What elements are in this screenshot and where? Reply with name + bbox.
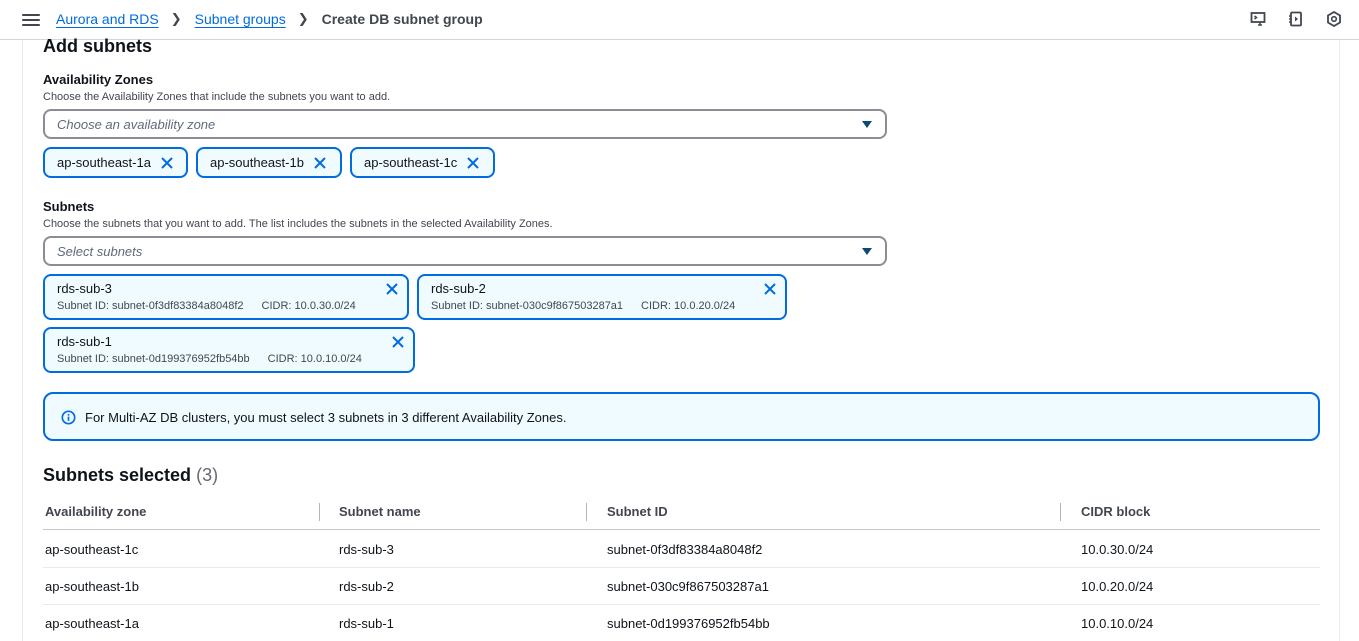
subnet-token: rds-sub-2 Subnet ID: subnet-030c9f867503…	[417, 274, 787, 320]
cell-az: ap-southeast-1c	[45, 542, 139, 557]
cloudshell-icon[interactable]	[1249, 10, 1267, 28]
az-token: ap-southeast-1c	[350, 147, 495, 178]
column-header-az[interactable]: Availability zone	[45, 504, 146, 519]
top-navigation: Aurora and RDS ❯ Subnet groups ❯ Create …	[0, 0, 1359, 40]
subnet-token-cidr: CIDR: 10.0.20.0/24	[641, 300, 736, 312]
subnets-select[interactable]: Select subnets	[43, 236, 887, 266]
breadcrumb: Aurora and RDS ❯ Subnet groups ❯ Create …	[56, 11, 483, 27]
breadcrumb-current: Create DB subnet group	[321, 11, 483, 27]
az-label: Availability Zones	[43, 72, 154, 87]
subnet-token: rds-sub-1 Subnet ID: subnet-0d199376952f…	[43, 327, 415, 373]
remove-icon[interactable]	[391, 335, 405, 349]
settings-icon[interactable]	[1325, 10, 1343, 28]
remove-icon[interactable]	[763, 282, 777, 296]
chevron-right-icon: ❯	[297, 11, 309, 26]
az-token-label: ap-southeast-1c	[364, 155, 458, 170]
subnets-selected-title: Subnets selected	[43, 465, 192, 485]
breadcrumb-subnet-groups[interactable]: Subnet groups	[195, 11, 286, 27]
az-description: Choose the Availability Zones that inclu…	[43, 91, 391, 103]
notifications-icon[interactable]	[1287, 10, 1305, 28]
subnet-token-id: Subnet ID: subnet-0f3df83384a8048f2	[57, 300, 244, 312]
cell-az: ap-southeast-1b	[45, 579, 139, 594]
subnet-token-id: Subnet ID: subnet-030c9f867503287a1	[431, 300, 624, 312]
subnets-label: Subnets	[43, 199, 95, 214]
breadcrumb-aurora-rds[interactable]: Aurora and RDS	[56, 11, 159, 27]
az-token-label: ap-southeast-1a	[57, 155, 151, 170]
cell-name: rds-sub-2	[339, 579, 394, 594]
subnets-selected-heading: Subnets selected (3)	[43, 465, 218, 486]
subnets-select-placeholder: Select subnets	[57, 244, 143, 259]
subnets-description: Choose the subnets that you want to add.…	[43, 218, 553, 230]
subnets-selected-count: (3)	[196, 465, 219, 485]
cell-cidr: 10.0.10.0/24	[1081, 616, 1154, 631]
caret-down-icon	[862, 121, 872, 128]
table-row: ap-southeast-1c rds-sub-3 subnet-0f3df83…	[43, 531, 1320, 568]
column-divider[interactable]	[1060, 503, 1061, 521]
cell-az: ap-southeast-1a	[45, 616, 139, 631]
subnet-token-meta: Subnet ID: subnet-030c9f867503287a1 CIDR:…	[431, 300, 735, 312]
az-token: ap-southeast-1a	[43, 147, 188, 178]
remove-icon[interactable]	[466, 156, 480, 170]
cell-cidr: 10.0.30.0/24	[1081, 542, 1154, 557]
cell-id: subnet-0f3df83384a8048f2	[607, 542, 763, 557]
column-divider[interactable]	[319, 503, 320, 521]
subnet-token-meta: Subnet ID: subnet-0d199376952fb54bb CIDR:…	[57, 353, 362, 365]
table-header: Availability zone Subnet name Subnet ID …	[43, 495, 1320, 530]
cell-name: rds-sub-1	[339, 616, 394, 631]
subnet-token-name: rds-sub-3	[57, 281, 112, 296]
subnet-token-meta: Subnet ID: subnet-0f3df83384a8048f2 CIDR:…	[57, 300, 356, 312]
subnet-token-id: Subnet ID: subnet-0d199376952fb54bb	[57, 353, 250, 365]
cell-id: subnet-030c9f867503287a1	[607, 579, 769, 594]
subnet-token-name: rds-sub-2	[431, 281, 486, 296]
menu-icon[interactable]	[22, 11, 40, 29]
cell-name: rds-sub-3	[339, 542, 394, 557]
column-header-id[interactable]: Subnet ID	[607, 504, 668, 519]
column-header-name[interactable]: Subnet name	[339, 504, 421, 519]
subnet-token-cidr: CIDR: 10.0.30.0/24	[261, 300, 356, 312]
az-token-label: ap-southeast-1b	[210, 155, 304, 170]
az-token: ap-southeast-1b	[196, 147, 342, 178]
remove-icon[interactable]	[313, 156, 327, 170]
remove-icon[interactable]	[385, 282, 399, 296]
subnet-token: rds-sub-3 Subnet ID: subnet-0f3df83384a8…	[43, 274, 409, 320]
column-header-cidr[interactable]: CIDR block	[1081, 504, 1150, 519]
table-row: ap-southeast-1b rds-sub-2 subnet-030c9f8…	[43, 568, 1320, 605]
caret-down-icon	[862, 248, 872, 255]
add-subnets-heading: Add subnets	[43, 36, 153, 56]
table-row: ap-southeast-1a rds-sub-1 subnet-0d19937…	[43, 605, 1320, 641]
az-select-placeholder: Choose an availability zone	[57, 117, 216, 132]
cell-cidr: 10.0.20.0/24	[1081, 579, 1154, 594]
remove-icon[interactable]	[160, 156, 174, 170]
info-alert: For Multi-AZ DB clusters, you must selec…	[43, 392, 1320, 441]
subnet-token-cidr: CIDR: 10.0.10.0/24	[267, 353, 362, 365]
column-divider[interactable]	[586, 503, 587, 521]
cell-id: subnet-0d199376952fb54bb	[607, 616, 770, 631]
top-icons	[1249, 10, 1343, 28]
chevron-right-icon: ❯	[170, 11, 182, 26]
az-select[interactable]: Choose an availability zone	[43, 109, 887, 139]
info-alert-text: For Multi-AZ DB clusters, you must selec…	[85, 410, 567, 425]
info-icon	[61, 410, 76, 425]
subnet-token-name: rds-sub-1	[57, 334, 112, 349]
